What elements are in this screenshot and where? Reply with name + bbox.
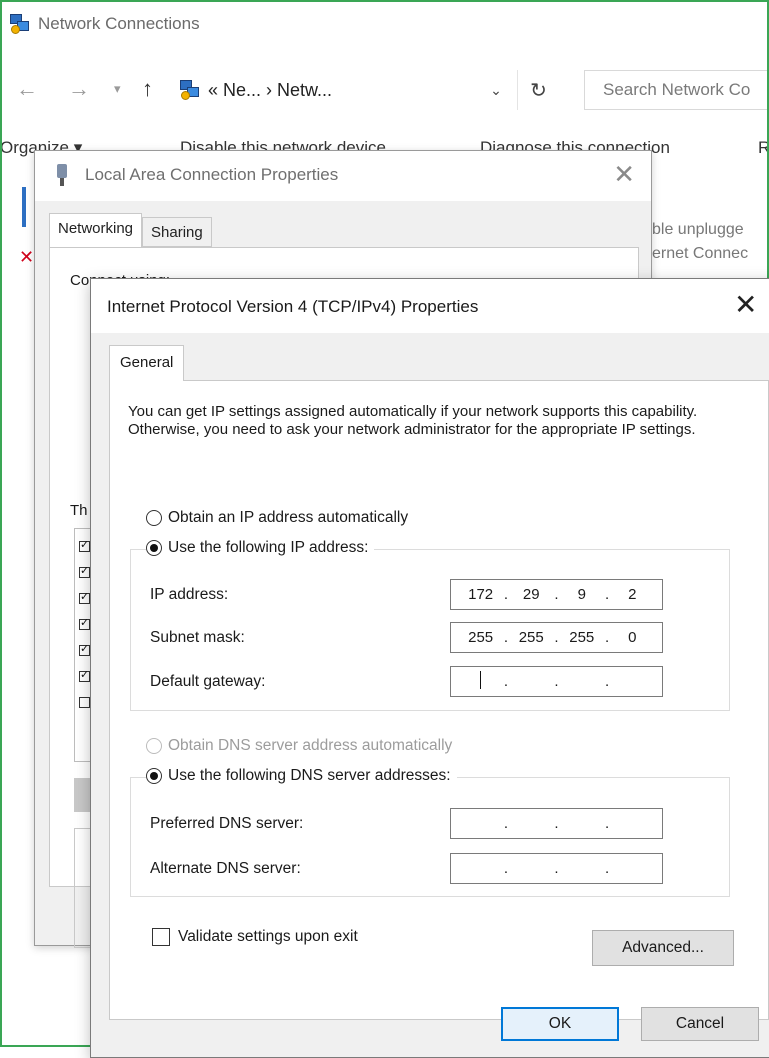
navigation-bar: ← → ▾ ↑ « Ne... › Netw... ⌄ ↻ Search Net… bbox=[2, 64, 767, 114]
lac-tab-strip: Networking Sharing bbox=[49, 213, 212, 249]
radio-label: Obtain an IP address automatically bbox=[168, 509, 409, 526]
radio-circle[interactable] bbox=[146, 510, 162, 526]
text-cursor bbox=[480, 670, 482, 689]
preferred-dns-field[interactable]: . . . bbox=[450, 808, 663, 839]
default-gateway-label: Default gateway: bbox=[150, 672, 266, 690]
ip-octet[interactable]: 172 bbox=[464, 586, 498, 603]
ipv4-dialog-title: Internet Protocol Version 4 (TCP/IPv4) P… bbox=[107, 297, 479, 316]
subnet-octet[interactable]: 255 bbox=[565, 629, 599, 646]
validate-settings-checkbox[interactable] bbox=[152, 928, 170, 946]
ip-settings-description: You can get IP settings assigned automat… bbox=[128, 403, 698, 438]
item-checkbox[interactable] bbox=[79, 564, 90, 578]
item-checkbox[interactable] bbox=[79, 642, 90, 656]
general-tab-panel: You can get IP settings assigned automat… bbox=[109, 380, 769, 1020]
up-arrow-icon[interactable]: ↑ bbox=[142, 74, 153, 104]
ip-address-label: IP address: bbox=[150, 585, 229, 603]
back-arrow-icon[interactable]: ← bbox=[16, 74, 38, 104]
breadcrumb[interactable]: « Ne... › Netw... bbox=[208, 80, 332, 101]
network-connections-icon bbox=[10, 14, 30, 34]
ip-octet[interactable]: 2 bbox=[615, 586, 649, 603]
ip-octet[interactable]: 29 bbox=[514, 586, 548, 603]
ip-address-field[interactable]: 172. 29. 9. 2 bbox=[450, 579, 663, 610]
radio-circle[interactable] bbox=[146, 738, 162, 754]
ip-octet[interactable]: 9 bbox=[565, 586, 599, 603]
item-checkbox[interactable] bbox=[79, 538, 90, 552]
item-checkbox[interactable] bbox=[79, 697, 90, 708]
adapter-name-line: ernet Connec bbox=[652, 245, 749, 262]
cancel-button[interactable]: Cancel bbox=[641, 1007, 759, 1041]
refresh-icon[interactable]: ↻ bbox=[517, 70, 559, 110]
ok-button[interactable]: OK bbox=[501, 1007, 619, 1041]
subnet-octet[interactable]: 0 bbox=[615, 629, 649, 646]
radio-label: Obtain DNS server address automatically bbox=[168, 737, 453, 754]
explorer-titlebar: Network Connections bbox=[10, 10, 200, 38]
tab-networking[interactable]: Networking bbox=[49, 213, 143, 249]
items-list-label: Th bbox=[70, 502, 88, 519]
obtain-dns-auto-radio[interactable]: Obtain DNS server address automatically bbox=[146, 737, 452, 755]
advanced-button[interactable]: Advanced... bbox=[592, 930, 734, 966]
tab-general[interactable]: General bbox=[109, 345, 185, 381]
validate-settings-label: Validate settings upon exit bbox=[178, 928, 358, 945]
window-title: Network Connections bbox=[38, 14, 200, 33]
adapter-icon-partial bbox=[22, 187, 26, 227]
obtain-ip-auto-radio[interactable]: Obtain an IP address automatically bbox=[146, 509, 408, 527]
rename-button[interactable]: R bbox=[758, 138, 767, 158]
subnet-octet[interactable]: 255 bbox=[514, 629, 548, 646]
ipv4-titlebar: Internet Protocol Version 4 (TCP/IPv4) P… bbox=[91, 279, 769, 333]
subnet-octet[interactable]: 255 bbox=[464, 629, 498, 646]
radio-circle[interactable] bbox=[146, 768, 162, 784]
radio-label: Use the following DNS server addresses: bbox=[168, 767, 451, 784]
use-following-dns-radio[interactable]: Use the following DNS server addresses: bbox=[146, 767, 457, 785]
validate-settings-checkbox-row[interactable]: Validate settings upon exit bbox=[152, 928, 358, 946]
item-checkbox[interactable] bbox=[79, 590, 90, 604]
subnet-mask-label: Subnet mask: bbox=[150, 628, 245, 646]
radio-circle[interactable] bbox=[146, 540, 162, 556]
subnet-mask-field[interactable]: 255. 255. 255. 0 bbox=[450, 622, 663, 653]
radio-label: Use the following IP address: bbox=[168, 539, 369, 556]
forward-arrow-icon[interactable]: → bbox=[68, 74, 90, 104]
default-gateway-field[interactable]: . . . bbox=[450, 666, 663, 697]
lac-titlebar: Local Area Connection Properties ✕ bbox=[35, 151, 651, 201]
alternate-dns-field[interactable]: . . . bbox=[450, 853, 663, 884]
gateway-octet[interactable] bbox=[464, 670, 498, 693]
adapter-status-line: ble unplugge bbox=[652, 221, 744, 238]
item-checkbox[interactable] bbox=[79, 616, 90, 630]
address-network-icon bbox=[180, 80, 200, 100]
item-checkbox[interactable] bbox=[79, 668, 90, 682]
network-adapter-icon bbox=[55, 164, 69, 186]
lac-dialog-title: Local Area Connection Properties bbox=[85, 165, 339, 184]
tab-sharing[interactable]: Sharing bbox=[142, 217, 212, 247]
ipv4-properties-dialog: Internet Protocol Version 4 (TCP/IPv4) P… bbox=[90, 278, 769, 1058]
address-bar[interactable]: « Ne... › Netw... ⌄ bbox=[172, 70, 507, 110]
alternate-dns-label: Alternate DNS server: bbox=[150, 859, 301, 877]
search-input[interactable]: Search Network Co bbox=[584, 70, 767, 110]
close-icon[interactable]: ✕ bbox=[613, 159, 635, 190]
adapter-status-text: ble unplugge ernet Connec bbox=[652, 218, 748, 266]
disconnected-x-icon: ✕ bbox=[19, 247, 35, 267]
use-following-ip-radio[interactable]: Use the following IP address: bbox=[146, 539, 375, 557]
address-dropdown-icon[interactable]: ⌄ bbox=[485, 82, 507, 99]
preferred-dns-label: Preferred DNS server: bbox=[150, 814, 304, 832]
recent-locations-chevron-icon[interactable]: ▾ bbox=[114, 74, 121, 104]
close-icon[interactable]: ✕ bbox=[734, 287, 757, 323]
